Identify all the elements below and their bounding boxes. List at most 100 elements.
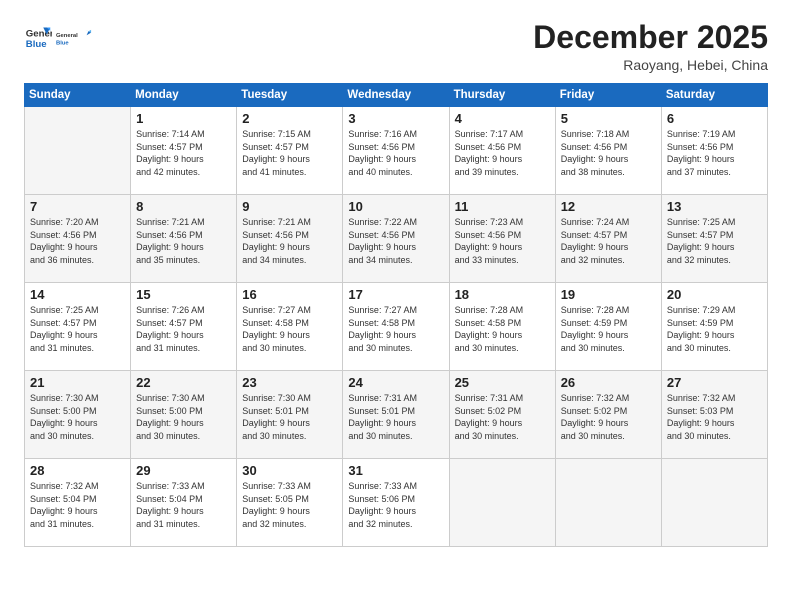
calendar-cell: 6 Sunrise: 7:19 AM Sunset: 4:56 PM Daylig… xyxy=(661,107,767,195)
day-info: Sunrise: 7:33 AM Sunset: 5:06 PM Dayligh… xyxy=(348,480,443,530)
day-number: 6 xyxy=(667,111,762,126)
calendar-cell: 18 Sunrise: 7:28 AM Sunset: 4:58 PM Dayli… xyxy=(449,283,555,371)
month-title: December 2025 xyxy=(533,20,768,55)
calendar-cell: 20 Sunrise: 7:29 AM Sunset: 4:59 PM Dayli… xyxy=(661,283,767,371)
title-block: December 2025 Raoyang, Hebei, China xyxy=(533,20,768,73)
day-info: Sunrise: 7:23 AM Sunset: 4:56 PM Dayligh… xyxy=(455,216,550,266)
calendar-cell: 3 Sunrise: 7:16 AM Sunset: 4:56 PM Daylig… xyxy=(343,107,449,195)
calendar-cell: 17 Sunrise: 7:27 AM Sunset: 4:58 PM Dayli… xyxy=(343,283,449,371)
day-info: Sunrise: 7:32 AM Sunset: 5:02 PM Dayligh… xyxy=(561,392,656,442)
day-info: Sunrise: 7:30 AM Sunset: 5:00 PM Dayligh… xyxy=(30,392,125,442)
calendar-cell: 29 Sunrise: 7:33 AM Sunset: 5:04 PM Dayli… xyxy=(131,459,237,547)
day-number: 28 xyxy=(30,463,125,478)
day-info: Sunrise: 7:22 AM Sunset: 4:56 PM Dayligh… xyxy=(348,216,443,266)
day-number: 10 xyxy=(348,199,443,214)
calendar-cell: 15 Sunrise: 7:26 AM Sunset: 4:57 PM Dayli… xyxy=(131,283,237,371)
day-number: 20 xyxy=(667,287,762,302)
logo: General Blue General Blue General Blue xyxy=(24,20,92,56)
calendar-cell xyxy=(449,459,555,547)
calendar-cell: 1 Sunrise: 7:14 AM Sunset: 4:57 PM Daylig… xyxy=(131,107,237,195)
day-info: Sunrise: 7:32 AM Sunset: 5:03 PM Dayligh… xyxy=(667,392,762,442)
calendar-cell: 24Sunrise: 7:31 AM Sunset: 5:01 PM Dayli… xyxy=(343,371,449,459)
day-info: Sunrise: 7:14 AM Sunset: 4:57 PM Dayligh… xyxy=(136,128,231,178)
day-number: 16 xyxy=(242,287,337,302)
day-number: 8 xyxy=(136,199,231,214)
calendar-cell xyxy=(555,459,661,547)
calendar-table: SundayMondayTuesdayWednesdayThursdayFrid… xyxy=(24,83,768,547)
day-number: 19 xyxy=(561,287,656,302)
day-number: 11 xyxy=(455,199,550,214)
calendar-week-4: 21 Sunrise: 7:30 AM Sunset: 5:00 PM Dayli… xyxy=(25,371,768,459)
calendar-cell: 4 Sunrise: 7:17 AM Sunset: 4:56 PM Daylig… xyxy=(449,107,555,195)
calendar-cell xyxy=(661,459,767,547)
day-number: 13 xyxy=(667,199,762,214)
day-info: Sunrise: 7:32 AM Sunset: 5:04 PM Dayligh… xyxy=(30,480,125,530)
day-number: 17 xyxy=(348,287,443,302)
day-info: Sunrise: 7:33 AM Sunset: 5:04 PM Dayligh… xyxy=(136,480,231,530)
page: General Blue General Blue General Blue D… xyxy=(0,0,792,612)
day-info: Sunrise: 7:18 AM Sunset: 4:56 PM Dayligh… xyxy=(561,128,656,178)
calendar-cell: 30 Sunrise: 7:33 AM Sunset: 5:05 PM Dayli… xyxy=(237,459,343,547)
day-info: Sunrise: 7:33 AM Sunset: 5:05 PM Dayligh… xyxy=(242,480,337,530)
calendar-cell: 8 Sunrise: 7:21 AM Sunset: 4:56 PM Daylig… xyxy=(131,195,237,283)
calendar-cell: 31 Sunrise: 7:33 AM Sunset: 5:06 PM Dayli… xyxy=(343,459,449,547)
day-number: 5 xyxy=(561,111,656,126)
logo-icon: General Blue xyxy=(24,24,52,52)
calendar-cell: 11 Sunrise: 7:23 AM Sunset: 4:56 PM Dayli… xyxy=(449,195,555,283)
calendar-cell: 28 Sunrise: 7:32 AM Sunset: 5:04 PM Dayli… xyxy=(25,459,131,547)
day-number: 9 xyxy=(242,199,337,214)
calendar-cell: 2Sunrise: 7:15 AM Sunset: 4:57 PM Daylig… xyxy=(237,107,343,195)
day-info: Sunrise: 7:28 AM Sunset: 4:58 PM Dayligh… xyxy=(455,304,550,354)
calendar-week-1: 1 Sunrise: 7:14 AM Sunset: 4:57 PM Daylig… xyxy=(25,107,768,195)
header-sunday: Sunday xyxy=(25,84,131,107)
calendar-header-row: SundayMondayTuesdayWednesdayThursdayFrid… xyxy=(25,84,768,107)
day-number: 18 xyxy=(455,287,550,302)
header: General Blue General Blue General Blue D… xyxy=(24,20,768,73)
svg-text:General: General xyxy=(56,33,78,39)
calendar-cell: 5 Sunrise: 7:18 AM Sunset: 4:56 PM Daylig… xyxy=(555,107,661,195)
day-number: 2 xyxy=(242,111,337,126)
day-number: 25 xyxy=(455,375,550,390)
calendar-cell: 10 Sunrise: 7:22 AM Sunset: 4:56 PM Dayli… xyxy=(343,195,449,283)
day-info: Sunrise: 7:30 AM Sunset: 5:00 PM Dayligh… xyxy=(136,392,231,442)
day-info: Sunrise: 7:26 AM Sunset: 4:57 PM Dayligh… xyxy=(136,304,231,354)
calendar-cell: 19Sunrise: 7:28 AM Sunset: 4:59 PM Dayli… xyxy=(555,283,661,371)
day-number: 3 xyxy=(348,111,443,126)
day-info: Sunrise: 7:30 AM Sunset: 5:01 PM Dayligh… xyxy=(242,392,337,442)
calendar-cell: 22Sunrise: 7:30 AM Sunset: 5:00 PM Dayli… xyxy=(131,371,237,459)
day-info: Sunrise: 7:19 AM Sunset: 4:56 PM Dayligh… xyxy=(667,128,762,178)
calendar-cell: 7Sunrise: 7:20 AM Sunset: 4:56 PM Daylig… xyxy=(25,195,131,283)
day-number: 26 xyxy=(561,375,656,390)
day-number: 29 xyxy=(136,463,231,478)
day-info: Sunrise: 7:25 AM Sunset: 4:57 PM Dayligh… xyxy=(30,304,125,354)
calendar-cell: 13Sunrise: 7:25 AM Sunset: 4:57 PM Dayli… xyxy=(661,195,767,283)
header-wednesday: Wednesday xyxy=(343,84,449,107)
calendar-cell xyxy=(25,107,131,195)
day-info: Sunrise: 7:21 AM Sunset: 4:56 PM Dayligh… xyxy=(136,216,231,266)
day-number: 30 xyxy=(242,463,337,478)
location-subtitle: Raoyang, Hebei, China xyxy=(533,57,768,73)
calendar-cell: 12Sunrise: 7:24 AM Sunset: 4:57 PM Dayli… xyxy=(555,195,661,283)
header-tuesday: Tuesday xyxy=(237,84,343,107)
day-number: 15 xyxy=(136,287,231,302)
svg-text:Blue: Blue xyxy=(56,40,69,46)
calendar-cell: 26 Sunrise: 7:32 AM Sunset: 5:02 PM Dayli… xyxy=(555,371,661,459)
day-number: 4 xyxy=(455,111,550,126)
header-thursday: Thursday xyxy=(449,84,555,107)
day-info: Sunrise: 7:31 AM Sunset: 5:02 PM Dayligh… xyxy=(455,392,550,442)
day-number: 1 xyxy=(136,111,231,126)
header-saturday: Saturday xyxy=(661,84,767,107)
header-monday: Monday xyxy=(131,84,237,107)
day-number: 31 xyxy=(348,463,443,478)
logo-bird-icon: General Blue xyxy=(56,20,92,56)
day-number: 23 xyxy=(242,375,337,390)
day-info: Sunrise: 7:27 AM Sunset: 4:58 PM Dayligh… xyxy=(242,304,337,354)
day-number: 27 xyxy=(667,375,762,390)
day-info: Sunrise: 7:27 AM Sunset: 4:58 PM Dayligh… xyxy=(348,304,443,354)
day-number: 21 xyxy=(30,375,125,390)
day-info: Sunrise: 7:17 AM Sunset: 4:56 PM Dayligh… xyxy=(455,128,550,178)
calendar-week-2: 7Sunrise: 7:20 AM Sunset: 4:56 PM Daylig… xyxy=(25,195,768,283)
calendar-week-5: 28 Sunrise: 7:32 AM Sunset: 5:04 PM Dayli… xyxy=(25,459,768,547)
day-info: Sunrise: 7:29 AM Sunset: 4:59 PM Dayligh… xyxy=(667,304,762,354)
day-info: Sunrise: 7:16 AM Sunset: 4:56 PM Dayligh… xyxy=(348,128,443,178)
